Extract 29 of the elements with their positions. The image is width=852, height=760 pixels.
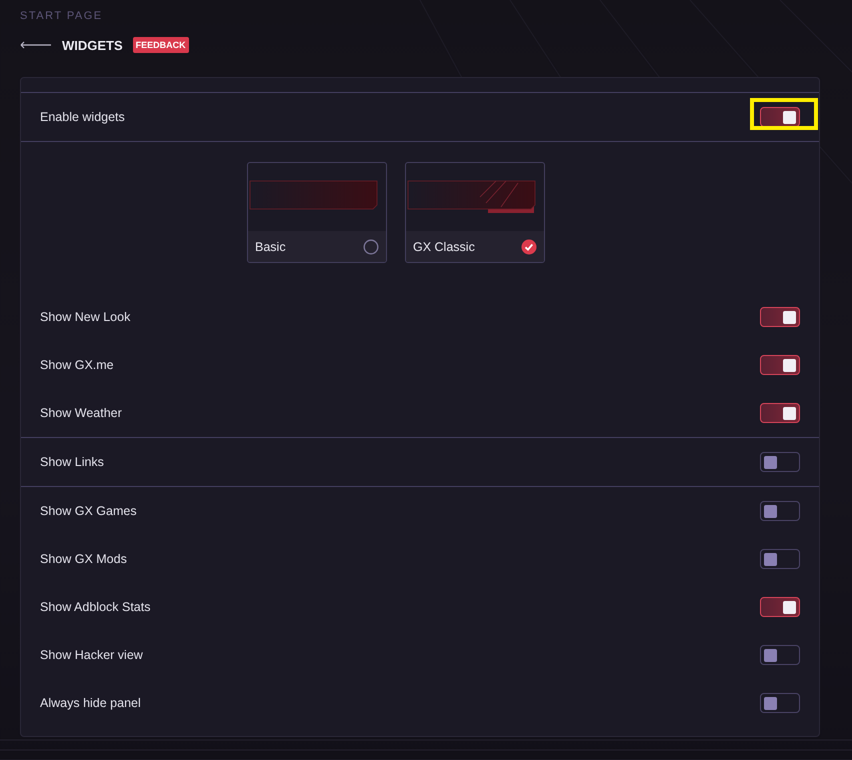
- feedback-badge[interactable]: FEEDBACK: [132, 37, 189, 53]
- toggle-switch[interactable]: [760, 403, 800, 423]
- setting-label: Show Weather: [40, 406, 122, 420]
- setting-label: Show GX Mods: [40, 552, 127, 566]
- setting-label: Show New Look: [40, 310, 130, 324]
- theme-card[interactable]: GX Classic: [405, 162, 545, 263]
- setting-label: Always hide panel: [40, 696, 141, 710]
- checkmark-icon[interactable]: [521, 238, 537, 254]
- setting-label: Enable widgets: [40, 110, 125, 124]
- theme-label: Basic: [255, 240, 286, 254]
- toggle-switch[interactable]: [760, 549, 800, 569]
- setting-label: Show GX.me: [40, 358, 114, 372]
- back-arrow-icon[interactable]: [20, 41, 52, 49]
- theme-card[interactable]: Basic: [247, 162, 387, 263]
- toggle-switch[interactable]: [760, 355, 800, 375]
- toggle-switch[interactable]: [760, 501, 800, 521]
- toggle-switch[interactable]: [760, 452, 800, 472]
- toggle-switch[interactable]: [760, 597, 800, 617]
- toggle-switch[interactable]: [760, 107, 800, 127]
- setting-label: Show GX Games: [40, 504, 137, 518]
- theme-label: GX Classic: [413, 240, 475, 254]
- toggle-switch[interactable]: [760, 645, 800, 665]
- setting-label: Show Adblock Stats: [40, 600, 150, 614]
- toggle-switch[interactable]: [760, 693, 800, 713]
- radio-button[interactable]: [363, 238, 379, 254]
- toggle-switch[interactable]: [760, 307, 800, 327]
- page-title: WIDGETS: [62, 38, 123, 52]
- setting-label: Show Hacker view: [40, 648, 143, 662]
- setting-label: Show Links: [40, 455, 104, 469]
